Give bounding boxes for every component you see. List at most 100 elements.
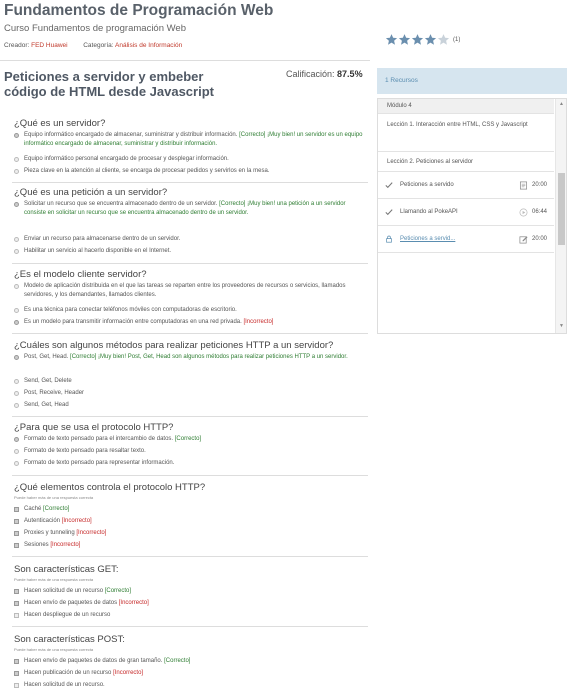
course-title: Fundamentos de Programación Web bbox=[4, 2, 274, 19]
answer-option[interactable]: Hacen solicitud de un recurso. bbox=[14, 681, 105, 690]
radio-button[interactable] bbox=[14, 236, 19, 242]
radio-button[interactable] bbox=[14, 319, 19, 325]
scroll-up-icon[interactable]: ▲ bbox=[559, 101, 564, 107]
question-title: ¿Para que se usa el protocolo HTTP? bbox=[14, 422, 174, 433]
answer-option[interactable]: Equipo informático encargado de almacena… bbox=[14, 131, 364, 148]
radio-button[interactable] bbox=[14, 156, 19, 162]
lock-icon bbox=[385, 235, 393, 243]
divider bbox=[12, 416, 368, 417]
answer-option[interactable]: Modelo de aplicación distribuida en el q… bbox=[14, 282, 364, 299]
radio-button[interactable] bbox=[14, 248, 19, 254]
lesson-item[interactable]: Llamando al PokeAPI 06:44 bbox=[378, 199, 554, 225]
question-title: ¿Qué es una petición a un servidor? bbox=[14, 187, 168, 198]
radio-button[interactable] bbox=[14, 132, 19, 138]
answer-option[interactable]: Send, Get, Delete bbox=[14, 377, 72, 386]
incorrect-tag: [Incorrecto] bbox=[61, 518, 92, 524]
divider bbox=[0, 60, 370, 61]
incorrect-tag: [Incorrecto] bbox=[76, 530, 107, 536]
correct-tag: [Correcto] bbox=[239, 132, 266, 138]
checkbox[interactable] bbox=[14, 682, 19, 688]
lesson-item[interactable]: Peticiones a servido 20:00 bbox=[378, 172, 554, 198]
star-empty-icon bbox=[437, 33, 450, 46]
checkbox[interactable] bbox=[14, 612, 19, 618]
checkbox[interactable] bbox=[14, 670, 19, 676]
answer-option[interactable]: Post, Get, Head. [Correcto] ¡Muy bien! P… bbox=[14, 353, 364, 362]
star-icon bbox=[398, 33, 411, 46]
answer-option[interactable]: Es una técnica para conectar teléfonos m… bbox=[14, 306, 237, 315]
resources-tab[interactable]: 1 Recursos bbox=[377, 68, 567, 94]
scroll-down-icon[interactable]: ▼ bbox=[559, 323, 564, 329]
checkbox[interactable] bbox=[14, 518, 19, 524]
answer-option[interactable]: Habilitar un servicio al hacerlo disponi… bbox=[14, 247, 171, 256]
question-hint: Puede haber más de una respuesta correct… bbox=[14, 495, 94, 500]
checkbox[interactable] bbox=[14, 658, 19, 664]
lesson-2-title[interactable]: Lección 2. Peticiones al servidor bbox=[387, 159, 473, 165]
question-title: ¿Es el modelo cliente servidor? bbox=[14, 269, 147, 280]
scrollbar-thumb[interactable] bbox=[558, 173, 565, 245]
star-icon bbox=[424, 33, 437, 46]
answer-option[interactable]: Autenticación [Incorrecto] bbox=[14, 517, 92, 526]
answer-option[interactable]: Hacen publicación de un recurso [Incorre… bbox=[14, 669, 143, 678]
check-icon bbox=[385, 181, 393, 189]
radio-button[interactable] bbox=[14, 307, 19, 313]
radio-button[interactable] bbox=[14, 448, 19, 454]
answer-option[interactable]: Send, Get, Head bbox=[14, 401, 69, 410]
course-subtitle: Curso Fundamentos de programación Web bbox=[4, 23, 187, 34]
correct-tag: [Correcto] bbox=[43, 506, 70, 512]
rating-count: (1) bbox=[453, 36, 461, 43]
divider bbox=[12, 475, 368, 476]
checkbox[interactable] bbox=[14, 588, 19, 594]
incorrect-tag: [Incorrecto] bbox=[118, 600, 149, 606]
play-icon bbox=[519, 208, 528, 217]
radio-button[interactable] bbox=[14, 436, 19, 442]
answer-option[interactable]: Equipo informático personal encargado de… bbox=[14, 155, 229, 164]
creator-link[interactable]: FED Huawei bbox=[31, 42, 67, 49]
module-header[interactable]: Módulo 4 bbox=[378, 99, 554, 113]
radio-button[interactable] bbox=[14, 201, 19, 207]
answer-option[interactable]: Enviar un recurso para almacenarse dentr… bbox=[14, 235, 180, 244]
lesson-item-active[interactable]: Peticiones a servid... 20:00 bbox=[378, 226, 554, 252]
lesson-list: Módulo 4 Lección 1. Interacción entre HT… bbox=[377, 98, 567, 334]
radio-button[interactable] bbox=[14, 354, 19, 360]
radio-button[interactable] bbox=[14, 378, 19, 384]
question-title: ¿Qué es un servidor? bbox=[14, 118, 106, 129]
divider bbox=[12, 263, 368, 264]
incorrect-tag: [Incorrecto] bbox=[113, 670, 144, 676]
category-link[interactable]: Análisis de Información bbox=[115, 42, 182, 49]
scrollbar[interactable]: ▲ ▼ bbox=[555, 99, 566, 333]
checkbox[interactable] bbox=[14, 600, 19, 606]
correct-tag: [Correcto] bbox=[104, 588, 132, 594]
lesson-title: Peticiones a servidor y embeber código d… bbox=[4, 69, 214, 99]
radio-button[interactable] bbox=[14, 390, 19, 396]
checkbox[interactable] bbox=[14, 506, 19, 512]
answer-option[interactable]: Hacen solicitud de un recurso [Correcto] bbox=[14, 587, 131, 596]
answer-option[interactable]: Pieza clave en la atención al cliente, s… bbox=[14, 167, 269, 176]
radio-button[interactable] bbox=[14, 283, 19, 289]
divider bbox=[12, 182, 368, 183]
star-icon bbox=[385, 33, 398, 46]
radio-button[interactable] bbox=[14, 460, 19, 466]
answer-option[interactable]: Formato de texto pensado para representa… bbox=[14, 459, 174, 468]
divider bbox=[12, 333, 368, 334]
radio-button[interactable] bbox=[14, 168, 19, 174]
answer-option[interactable]: Post, Receive, Header bbox=[14, 389, 84, 398]
answer-option[interactable]: Formato de texto pensado para resaltar t… bbox=[14, 447, 146, 456]
document-icon bbox=[519, 181, 528, 190]
answer-option[interactable]: Caché [Correcto] bbox=[14, 505, 69, 514]
answer-option[interactable]: Hacen envío de paquetes de datos de gran… bbox=[14, 657, 190, 666]
lesson-1-title[interactable]: Lección 1. Interacción entre HTML, CSS y… bbox=[387, 121, 547, 130]
answer-option[interactable]: Hacen envío de paquetes de datos [Incorr… bbox=[14, 599, 149, 608]
answer-option[interactable]: Solicitar un recurso que se encuentra al… bbox=[14, 200, 364, 217]
checkbox[interactable] bbox=[14, 530, 19, 536]
checkbox[interactable] bbox=[14, 542, 19, 548]
correct-tag: [Correcto] bbox=[70, 354, 97, 360]
divider bbox=[12, 626, 368, 627]
answer-option[interactable]: Es un modelo para transmitir información… bbox=[14, 318, 273, 327]
answer-option[interactable]: Formato de texto pensado para el interca… bbox=[14, 435, 201, 444]
answer-option[interactable]: Proxies y tunneling [Incorrecto] bbox=[14, 529, 106, 538]
course-meta: Creador: FED Huawei Categoría: Análisis … bbox=[4, 42, 182, 49]
star-icon bbox=[411, 33, 424, 46]
answer-option[interactable]: Sesiones [Incorrecto] bbox=[14, 541, 80, 550]
radio-button[interactable] bbox=[14, 402, 19, 408]
answer-option[interactable]: Hacen despliegue de un recurso bbox=[14, 611, 110, 620]
